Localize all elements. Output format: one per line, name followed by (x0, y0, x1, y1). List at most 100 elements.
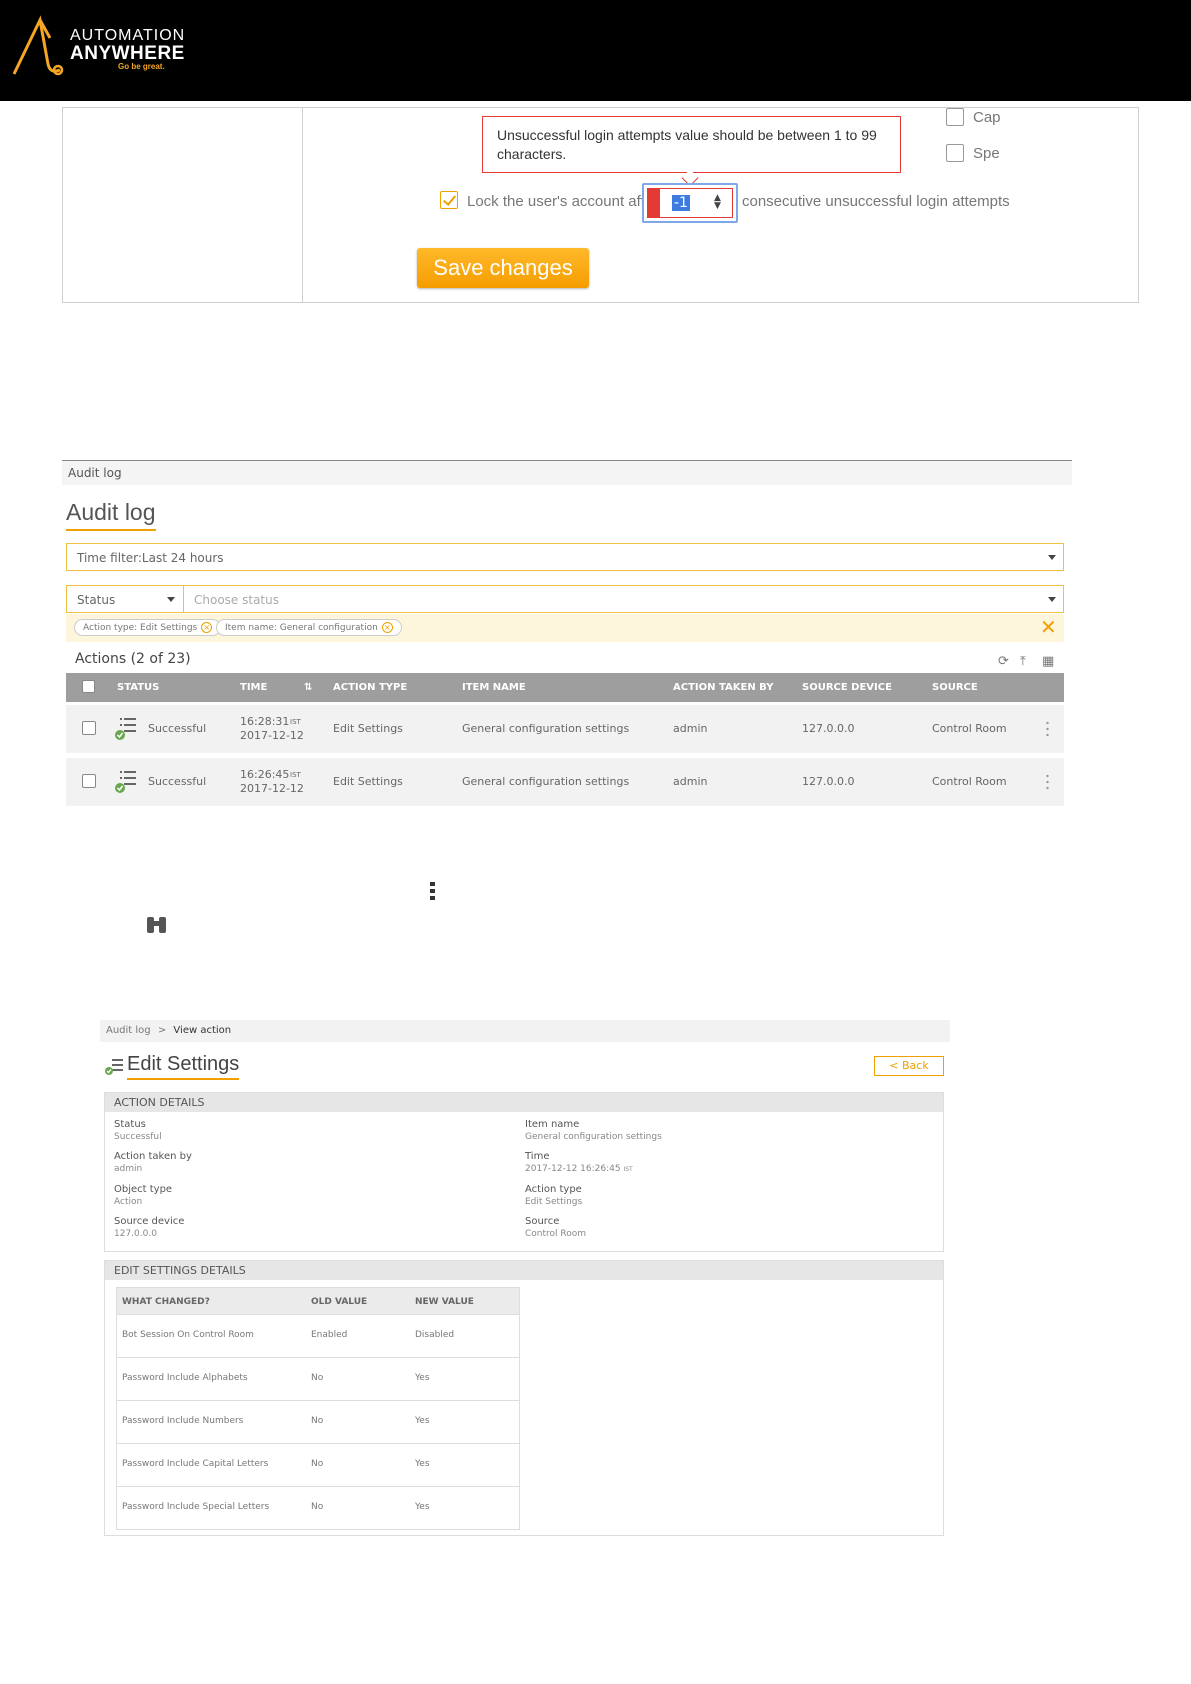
active-filters-bar: Action type: Edit Settings × Item name: G… (66, 614, 1064, 642)
time-text: 16:26:45 (240, 768, 290, 781)
field-label: Source (525, 1216, 560, 1227)
source-text: Control Room (932, 722, 1007, 735)
export-icon[interactable]: ⤒ (1020, 654, 1026, 669)
column-header-item-name[interactable]: ITEM NAME (462, 682, 526, 693)
refresh-icon[interactable]: ⟳ (998, 654, 1009, 669)
columns-icon[interactable]: ▦ (1042, 654, 1054, 669)
field-value: 127.0.0.0 (114, 1229, 157, 1239)
timezone-text: IST (623, 1166, 633, 1173)
row-menu-icon[interactable] (1046, 774, 1049, 790)
remove-chip-icon[interactable]: × (381, 622, 393, 633)
field-value: Edit Settings (525, 1197, 583, 1207)
login-attempts-stepper[interactable]: -1 ▲ ▼ (647, 188, 733, 218)
edit-settings-icon (105, 1059, 123, 1075)
stepper-arrows-icon[interactable]: ▲ ▼ (714, 194, 721, 211)
taken-by-text: admin (673, 775, 708, 788)
action-type-text: Edit Settings (333, 722, 403, 735)
field-label: Object type (114, 1184, 173, 1195)
breadcrumb-separator: > (157, 1025, 167, 1036)
logo-tagline: Go be great. (118, 62, 165, 71)
login-attempts-value[interactable]: -1 (672, 195, 690, 211)
row-checkbox[interactable] (82, 721, 96, 735)
successful-status-icon (115, 718, 136, 740)
lock-account-label: Lock the user's account after (467, 193, 659, 210)
filter-field-value: Status (77, 593, 116, 607)
remove-chip-icon[interactable]: × (201, 622, 213, 633)
taken-by-text: admin (673, 722, 708, 735)
automation-anywhere-logo-icon (12, 15, 64, 76)
binoculars-icon (147, 917, 166, 933)
table-row: Password Include Alphabets No Yes (117, 1357, 519, 1400)
table-row: Password Include Special Letters No Yes (117, 1486, 519, 1529)
save-changes-button[interactable]: Save changes (417, 248, 589, 288)
capital-letters-checkbox[interactable] (946, 108, 964, 126)
column-header-new-value: NEW VALUE (415, 1297, 474, 1307)
filter-chip-label: Item name: General configuration (225, 623, 378, 633)
column-divider (302, 108, 303, 302)
breadcrumb: Audit log (62, 460, 1072, 485)
source-device-text: 127.0.0.0 (802, 775, 855, 788)
what-changed-cell: Password Include Numbers (122, 1416, 244, 1426)
timezone-text: IST (290, 718, 301, 726)
changes-table: WHAT CHANGED? OLD VALUE NEW VALUE Bot Se… (116, 1287, 520, 1530)
choose-status-select[interactable]: Choose status (183, 585, 1064, 613)
page-title: Edit Settings (127, 1053, 240, 1080)
field-value: 2017-12-12 16:26:45 (525, 1164, 621, 1174)
successful-status-icon (115, 771, 136, 793)
column-header-what-changed: WHAT CHANGED? (122, 1297, 210, 1307)
old-value-cell: No (311, 1459, 324, 1469)
chevron-down-icon[interactable] (167, 597, 175, 602)
clear-filters-icon[interactable]: ✕ (1040, 615, 1057, 639)
detail-field: Item name General configuration settings (525, 1119, 662, 1143)
table-row[interactable]: Successful 16:26:45 IST 2017-12-12 Edit … (66, 758, 1064, 806)
new-value-cell: Disabled (415, 1330, 455, 1340)
column-header-status[interactable]: STATUS (117, 682, 159, 693)
new-value-cell: Yes (415, 1502, 430, 1512)
what-changed-cell: Bot Session On Control Room (122, 1330, 254, 1340)
source-text: Control Room (932, 775, 1007, 788)
column-header-time[interactable]: TIME (240, 682, 267, 693)
breadcrumb-parent[interactable]: Audit log (106, 1025, 151, 1036)
old-value-cell: No (311, 1502, 324, 1512)
detail-field: Object type Action (114, 1184, 172, 1208)
what-changed-cell: Password Include Capital Letters (122, 1459, 269, 1469)
time-filter-select[interactable]: Time filter:Last 24 hours (66, 543, 1064, 571)
filter-chip: Action type: Edit Settings × (74, 619, 222, 636)
detail-field: Source device 127.0.0.0 (114, 1216, 184, 1240)
sort-icon[interactable]: ⇅ (304, 682, 312, 693)
table-row: Password Include Numbers No Yes (117, 1400, 519, 1443)
row-checkbox[interactable] (82, 774, 96, 788)
error-indicator (648, 189, 660, 217)
what-changed-cell: Password Include Alphabets (122, 1373, 248, 1383)
select-all-checkbox[interactable] (82, 680, 95, 693)
time-filter-value: Time filter:Last 24 hours (77, 551, 224, 565)
table-row[interactable]: Successful 16:28:31 IST 2017-12-12 Edit … (66, 705, 1064, 753)
item-name-text: General configuration settings (462, 775, 630, 788)
old-value-cell: No (311, 1373, 324, 1383)
column-header-source-device[interactable]: SOURCE DEVICE (802, 682, 892, 693)
filter-chip-label: Action type: Edit Settings (83, 623, 198, 633)
time-text: 16:28:31 (240, 715, 290, 728)
source-device-text: 127.0.0.0 (802, 722, 855, 735)
changes-table-header: WHAT CHANGED? OLD VALUE NEW VALUE (117, 1288, 519, 1314)
row-menu-icon[interactable] (1046, 721, 1049, 737)
column-header-action-taken-by[interactable]: ACTION TAKEN BY (673, 682, 774, 693)
column-header-source[interactable]: SOURCE (932, 682, 978, 693)
table-row: Password Include Capital Letters No Yes (117, 1443, 519, 1486)
kebab-menu-icon (430, 882, 435, 900)
special-chars-checkbox[interactable] (946, 144, 964, 162)
lock-account-label-suffix: consecutive unsuccessful login attempts (742, 193, 1010, 210)
column-header-old-value: OLD VALUE (311, 1297, 368, 1307)
chevron-down-icon[interactable] (1048, 597, 1056, 602)
detail-field: Time 2017-12-12 16:26:45 IST (525, 1151, 633, 1176)
field-value: Successful (114, 1132, 162, 1142)
detail-field: Source Control Room (525, 1216, 586, 1240)
back-button[interactable]: < Back (874, 1056, 944, 1076)
chevron-down-icon[interactable] (1048, 555, 1056, 560)
lock-account-checkbox[interactable] (440, 191, 458, 209)
new-value-cell: Yes (415, 1373, 430, 1383)
old-value-cell: Enabled (311, 1330, 348, 1340)
date-text: 2017-12-12 (240, 782, 304, 795)
field-value: Control Room (525, 1229, 587, 1239)
column-header-action-type[interactable]: ACTION TYPE (333, 682, 407, 693)
